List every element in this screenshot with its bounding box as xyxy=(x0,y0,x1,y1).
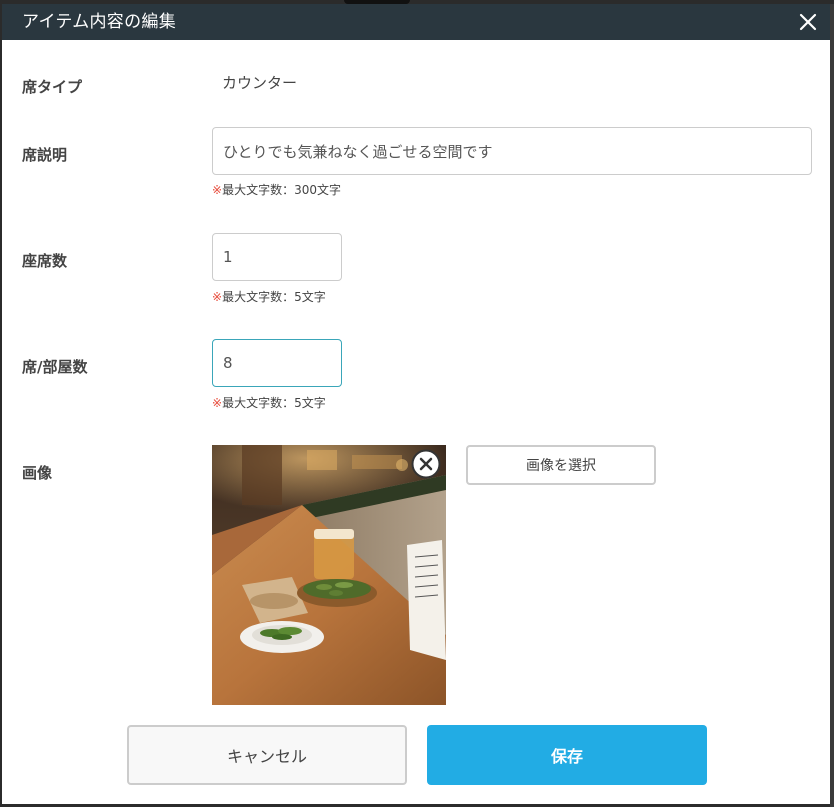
seat-description-hint: ※最大文字数：300文字 xyxy=(212,181,341,198)
seat-count-hint: ※最大文字数：5文字 xyxy=(212,288,326,305)
seat-count-label: 座席数 xyxy=(22,252,68,270)
room-count-label: 席/部屋数 xyxy=(22,358,88,376)
close-icon xyxy=(799,13,817,31)
counter-photo-image xyxy=(212,445,446,705)
image-label: 画像 xyxy=(22,464,53,482)
select-image-button[interactable]: 画像を選択 xyxy=(466,445,656,485)
hint-text: 最大文字数：5文字 xyxy=(222,290,326,304)
cancel-button[interactable]: キャンセル xyxy=(127,725,407,785)
dialog-title: アイテム内容の編集 xyxy=(22,12,176,32)
seat-count-input[interactable] xyxy=(212,233,342,281)
close-circle-icon xyxy=(411,449,441,479)
edit-item-dialog: アイテム内容の編集 席タイプ カウンター 席説明 ※最大文字数：300文字 座席… xyxy=(2,4,830,804)
hint-mark: ※ xyxy=(212,396,223,410)
seat-photo xyxy=(212,445,446,705)
remove-image-button[interactable] xyxy=(411,449,441,479)
hint-text: 最大文字数：5文字 xyxy=(222,396,326,410)
hint-mark: ※ xyxy=(212,183,223,197)
hint-mark: ※ xyxy=(212,290,223,304)
room-count-hint: ※最大文字数：5文字 xyxy=(212,394,326,411)
seat-description-input[interactable] xyxy=(212,127,812,175)
close-button[interactable] xyxy=(796,10,820,34)
dialog-header: アイテム内容の編集 xyxy=(2,4,830,40)
scrollbar[interactable] xyxy=(830,4,834,807)
seat-description-label: 席説明 xyxy=(22,146,68,164)
room-count-input[interactable] xyxy=(212,339,342,387)
hint-text: 最大文字数：300文字 xyxy=(222,183,341,197)
seat-type-value: カウンター xyxy=(222,74,298,92)
seat-type-label: 席タイプ xyxy=(22,78,83,96)
save-button[interactable]: 保存 xyxy=(427,725,707,785)
